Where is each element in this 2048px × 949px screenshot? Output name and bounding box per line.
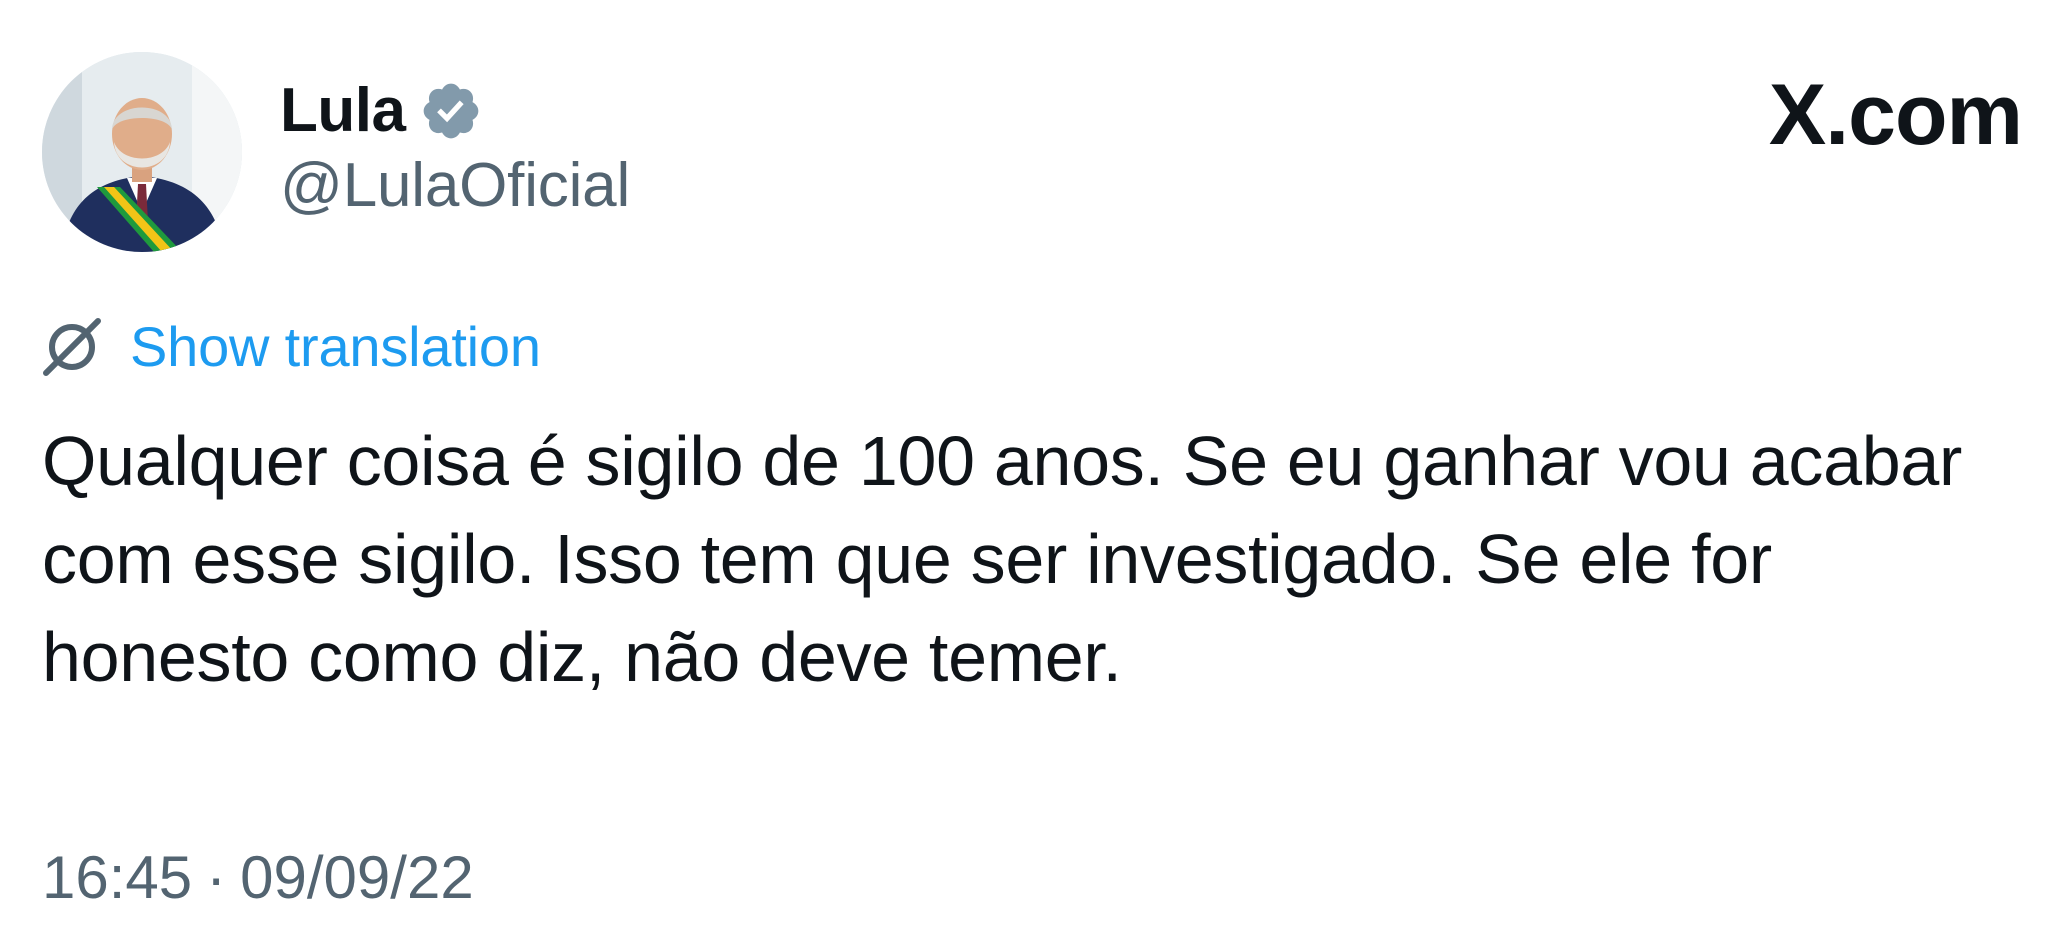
show-translation-link[interactable]: Show translation (130, 319, 541, 375)
author-handle[interactable]: @LulaOficial (280, 151, 630, 220)
tweet-text: Qualquer coisa é sigilo de 100 anos. Se … (42, 422, 1962, 696)
meta-separator: · (206, 844, 227, 911)
tweet-card: Lula @LulaOficial X.com Show translation… (0, 0, 2048, 949)
tweet-time: 16:45 (42, 844, 193, 911)
avatar[interactable] (42, 52, 242, 252)
globe-icon (40, 315, 104, 379)
verified-badge-icon (419, 79, 483, 143)
translation-row: Show translation (40, 312, 541, 382)
brand-logo: X.com (1768, 67, 2023, 163)
author-name-row: Lula (280, 66, 483, 156)
tweet-timestamp[interactable]: 16:45 · 09/09/22 (42, 848, 474, 908)
author-name[interactable]: Lula (280, 80, 406, 142)
tweet-date: 09/09/22 (240, 844, 474, 911)
